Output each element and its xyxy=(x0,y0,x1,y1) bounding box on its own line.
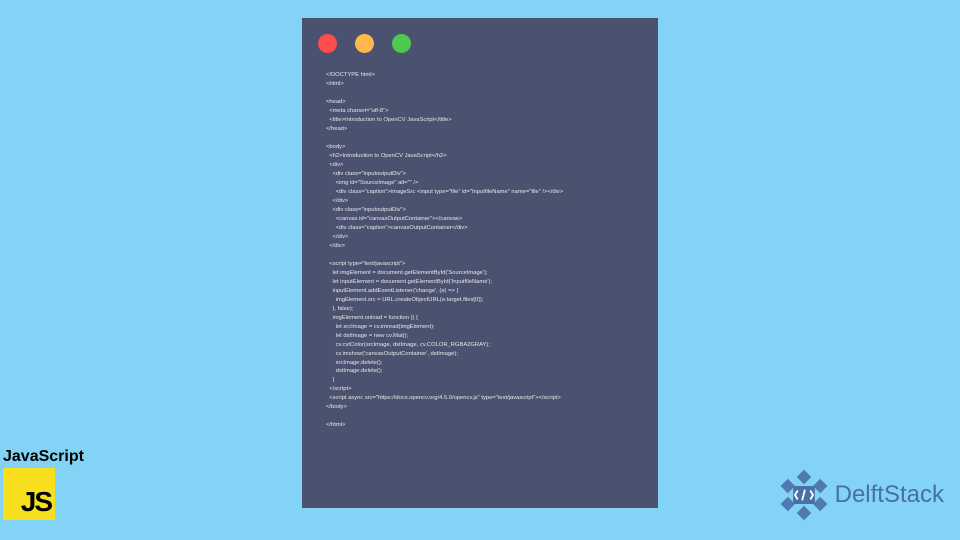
js-logo-icon: JS xyxy=(3,468,55,520)
js-logo-text: JS xyxy=(21,486,51,518)
js-badge-label: JavaScript xyxy=(3,448,84,466)
window-traffic-lights xyxy=(318,34,644,53)
code-content: <!DOCTYPE html> <html> <head> <meta char… xyxy=(316,71,644,430)
javascript-badge: JavaScript JS xyxy=(3,448,84,520)
maximize-icon[interactable] xyxy=(392,34,411,53)
delftstack-text: DelftStack xyxy=(835,481,944,509)
minimize-icon[interactable] xyxy=(355,34,374,53)
close-icon[interactable] xyxy=(318,34,337,53)
code-editor-window: <!DOCTYPE html> <html> <head> <meta char… xyxy=(302,18,658,508)
delftstack-logo: DelftStack xyxy=(777,468,944,522)
delftstack-icon xyxy=(777,468,831,522)
